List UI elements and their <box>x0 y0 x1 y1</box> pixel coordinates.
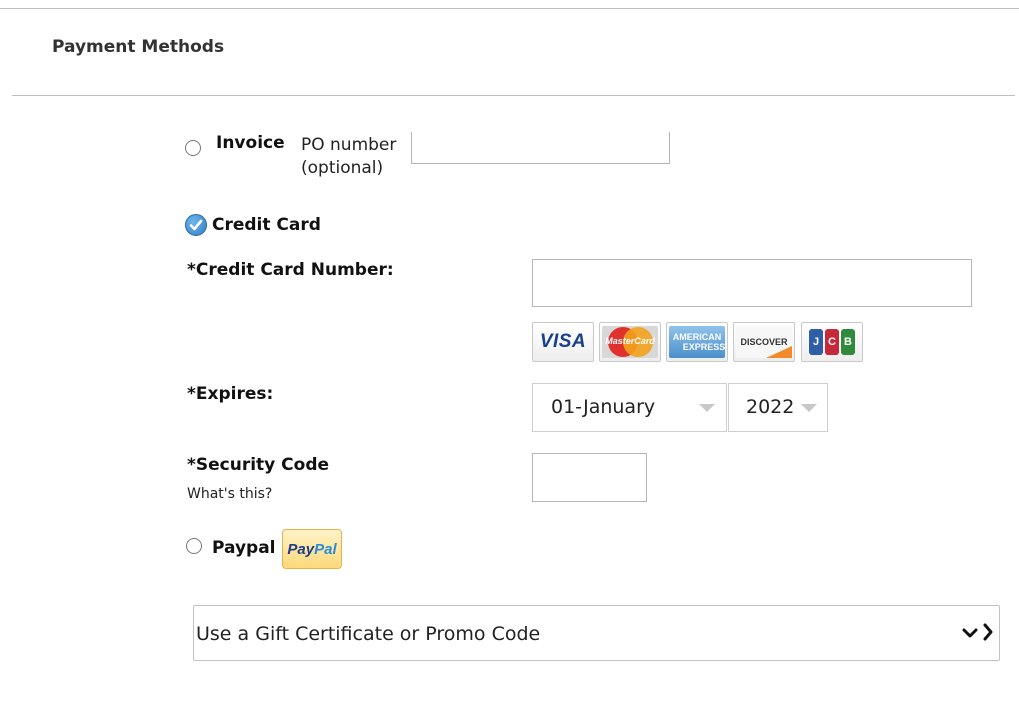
po-number-label: PO number (optional) <box>301 134 396 180</box>
expiry-year-select[interactable]: 2022 <box>728 383 828 432</box>
security-code-input[interactable] <box>532 453 647 502</box>
top-divider <box>0 8 1019 9</box>
po-number-input[interactable] <box>411 132 670 164</box>
promo-code-toggle[interactable]: Use a Gift Certificate or Promo Code <box>193 605 1000 661</box>
chevron-down-icon <box>962 628 978 638</box>
chevron-down-icon <box>801 404 817 412</box>
expiry-year-value: 2022 <box>746 396 795 418</box>
expiry-month-value: 01-January <box>551 396 656 418</box>
paypal-radio[interactable] <box>186 538 202 554</box>
credit-card-label: Credit Card <box>212 215 321 235</box>
paypal-logo: Pay Pal <box>282 529 342 569</box>
security-code-label: *Security Code <box>187 455 330 475</box>
security-code-help-link[interactable]: What's this? <box>187 486 272 502</box>
discover-icon: DISCOVER <box>733 322 795 362</box>
page-title: Payment Methods <box>52 37 225 57</box>
expires-label: *Expires: <box>187 384 274 404</box>
chevron-right-icon <box>983 623 993 641</box>
jcb-icon: J C B <box>801 322 863 362</box>
checkmark-icon <box>189 219 203 231</box>
credit-card-radio-checked[interactable] <box>185 214 207 236</box>
mastercard-icon: MasterCard <box>599 322 661 362</box>
discover-orange-corner <box>766 346 792 358</box>
expiry-month-select[interactable]: 01-January <box>532 383 727 432</box>
po-number-label-line1: PO number <box>301 135 397 155</box>
card-number-label: *Credit Card Number: <box>187 260 394 280</box>
invoice-label: Invoice <box>216 133 285 153</box>
promo-code-label: Use a Gift Certificate or Promo Code <box>196 623 541 645</box>
invoice-radio[interactable] <box>185 140 201 156</box>
header-divider <box>12 95 1015 96</box>
card-number-input[interactable] <box>532 259 972 307</box>
po-number-label-line2: (optional) <box>301 158 384 178</box>
chevron-down-icon <box>699 404 715 412</box>
visa-icon: VISA <box>532 322 594 362</box>
amex-icon: AMERICAN EXPRESS <box>666 322 728 362</box>
paypal-label: Paypal <box>212 538 276 558</box>
